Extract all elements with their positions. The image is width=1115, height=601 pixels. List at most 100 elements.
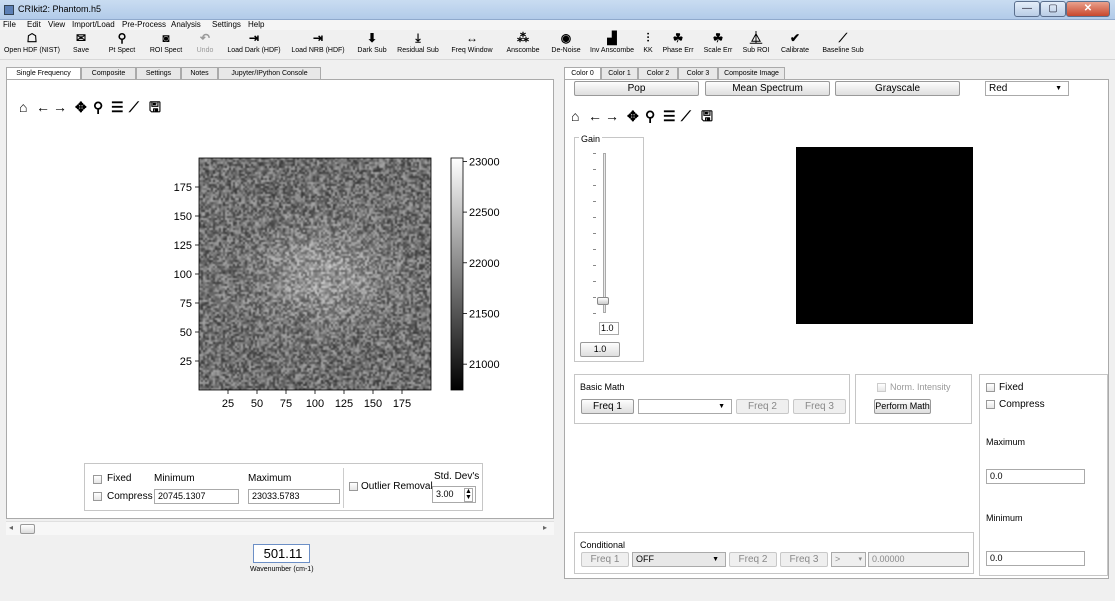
pop-button[interactable]: Pop: [574, 81, 699, 96]
cond-compare-select[interactable]: > ▾: [831, 552, 866, 567]
undo-button[interactable]: ↶ Undo: [188, 30, 222, 60]
x-tick-label: 75: [280, 398, 292, 410]
forward-icon[interactable]: →: [605, 109, 619, 123]
cond-operation-select[interactable]: OFF ▼: [632, 552, 726, 567]
right-minimum-input[interactable]: 0.0: [986, 551, 1085, 566]
tab-settings[interactable]: Settings: [136, 67, 181, 79]
math-operation-select[interactable]: ▼: [638, 399, 732, 414]
pt-spect-button[interactable]: ⚲ Pt Spect: [100, 30, 144, 60]
right-fixed-checkbox[interactable]: [986, 383, 995, 392]
maximum-input[interactable]: 23033.5783: [248, 489, 340, 504]
fixed-checkbox[interactable]: [93, 475, 102, 484]
gain-tick: [593, 281, 596, 282]
tab-composite-image[interactable]: Composite Image: [718, 67, 785, 79]
tab-notes[interactable]: Notes: [181, 67, 218, 79]
gain-slider-handle[interactable]: [597, 297, 609, 305]
menu-edit[interactable]: Edit: [27, 20, 41, 30]
scale-err-button[interactable]: ☘ Scale Err: [698, 30, 738, 60]
wavenumber-input[interactable]: 501.11: [253, 544, 310, 563]
residual-sub-button[interactable]: ⤓ Residual Sub: [392, 30, 444, 60]
mean-spectrum-button[interactable]: Mean Spectrum: [705, 81, 830, 96]
inv-anscombe-button[interactable]: ▟ Inv Anscombe: [586, 30, 638, 60]
pan-icon[interactable]: ✥: [75, 100, 87, 114]
tab-color-2[interactable]: Color 2: [638, 67, 678, 79]
tab-composite[interactable]: Composite: [81, 67, 136, 79]
denoise-button[interactable]: ◉ De-Noise: [546, 30, 586, 60]
menu-help[interactable]: Help: [248, 20, 264, 30]
stddev-spinbox[interactable]: 3.00 ▲ ▼: [432, 486, 476, 503]
perform-math-button[interactable]: Perform Math: [874, 399, 931, 414]
minimize-button[interactable]: —: [1014, 1, 1040, 17]
load-nrb-button[interactable]: ⇥ Load NRB (HDF): [286, 30, 350, 60]
gain-value-input[interactable]: 1.0: [599, 322, 619, 335]
basic-freq2-button[interactable]: Freq 2: [736, 399, 789, 414]
edit-axes-icon[interactable]: ⟋: [681, 109, 691, 123]
pan-icon[interactable]: ✥: [627, 109, 639, 123]
scroll-left-icon[interactable]: ◂: [9, 523, 13, 532]
right-maximum-input[interactable]: 0.0: [986, 469, 1085, 484]
menu-analysis[interactable]: Analysis: [171, 20, 201, 30]
back-icon[interactable]: ←: [588, 109, 602, 123]
back-icon[interactable]: ←: [36, 100, 50, 114]
color-image-canvas[interactable]: [796, 147, 973, 324]
x-tick-label: 100: [306, 398, 324, 410]
subplots-icon[interactable]: ☰: [111, 100, 124, 114]
save-button[interactable]: ✉ Save: [62, 30, 100, 60]
edit-axes-icon[interactable]: ⟋: [129, 100, 139, 114]
compress-checkbox[interactable]: [93, 492, 102, 501]
cond-value-input[interactable]: 0.00000: [868, 552, 969, 567]
freq-window-button[interactable]: ↔ Freq Window: [444, 30, 500, 60]
zoom-icon[interactable]: ⚲: [93, 100, 103, 114]
basic-freq1-button[interactable]: Freq 1: [581, 399, 634, 414]
home-icon[interactable]: ⌂: [19, 100, 27, 114]
x-tick-label: 25: [222, 398, 234, 410]
menu-pre-process[interactable]: Pre-Process: [122, 20, 166, 30]
scrollbar-thumb[interactable]: [20, 524, 35, 534]
menu-view[interactable]: View: [48, 20, 65, 30]
menu-import-load[interactable]: Import/Load: [72, 20, 115, 30]
maximize-button[interactable]: ▢: [1040, 1, 1066, 17]
home-icon[interactable]: ⌂: [571, 109, 579, 123]
norm-intensity-checkbox[interactable]: [877, 383, 886, 392]
minimum-input[interactable]: 20745.1307: [154, 489, 239, 504]
close-button[interactable]: ✕: [1066, 1, 1110, 17]
cond-freq1-button[interactable]: Freq 1: [581, 552, 629, 567]
gain-slider-track[interactable]: [603, 153, 606, 313]
sub-roi-button[interactable]: ⏅ Sub ROI: [738, 30, 774, 60]
baseline-sub-button[interactable]: ⟋ Baseline Sub: [816, 30, 870, 60]
phase-err-button[interactable]: ☘ Phase Err: [658, 30, 698, 60]
menu-file[interactable]: File: [3, 20, 16, 30]
open-hdf-button[interactable]: ☖ Open HDF (NIST): [2, 30, 62, 60]
scroll-right-icon[interactable]: ▸: [543, 523, 547, 532]
menu-settings[interactable]: Settings: [212, 20, 241, 30]
cond-freq3-button[interactable]: Freq 3: [780, 552, 828, 567]
load-dark-button[interactable]: ⇥ Load Dark (HDF): [222, 30, 286, 60]
zoom-icon[interactable]: ⚲: [645, 109, 655, 123]
subplots-icon[interactable]: ☰: [663, 109, 676, 123]
forward-icon[interactable]: →: [53, 100, 67, 114]
cond-freq2-button[interactable]: Freq 2: [729, 552, 777, 567]
title-bar: CRIkit2: Phantom.h5 — ▢ ✕: [0, 0, 1115, 20]
spin-arrows-icon[interactable]: ▲ ▼: [464, 488, 473, 502]
horizontal-scrollbar[interactable]: ◂ ▸: [6, 521, 554, 535]
save-figure-icon[interactable]: 🖫: [149, 100, 161, 114]
save-figure-icon[interactable]: 🖫: [701, 109, 713, 123]
tab-color-1[interactable]: Color 1: [601, 67, 638, 79]
tab-color-3[interactable]: Color 3: [678, 67, 718, 79]
color-select[interactable]: Red ▼: [985, 81, 1069, 96]
y-tick-label: 25: [180, 356, 192, 368]
dark-sub-button[interactable]: ⬇ Dark Sub: [352, 30, 392, 60]
outlier-removal-checkbox[interactable]: [349, 482, 358, 491]
colorbar: [450, 157, 464, 391]
kk-button[interactable]: ⫶ KK: [638, 30, 658, 60]
basic-freq3-button[interactable]: Freq 3: [793, 399, 846, 414]
gain-reset-button[interactable]: 1.0: [580, 342, 620, 357]
gain-tick: [593, 201, 596, 202]
calibrate-button[interactable]: ✔ Calibrate: [774, 30, 816, 60]
grayscale-button[interactable]: Grayscale: [835, 81, 960, 96]
heatmap-image[interactable]: [199, 158, 431, 390]
tab-jupyter-console[interactable]: Jupyter/IPython Console: [218, 67, 321, 79]
roi-spect-button[interactable]: ◙ ROI Spect: [144, 30, 188, 60]
right-compress-checkbox[interactable]: [986, 400, 995, 409]
anscombe-button[interactable]: ⁂ Anscombe: [500, 30, 546, 60]
